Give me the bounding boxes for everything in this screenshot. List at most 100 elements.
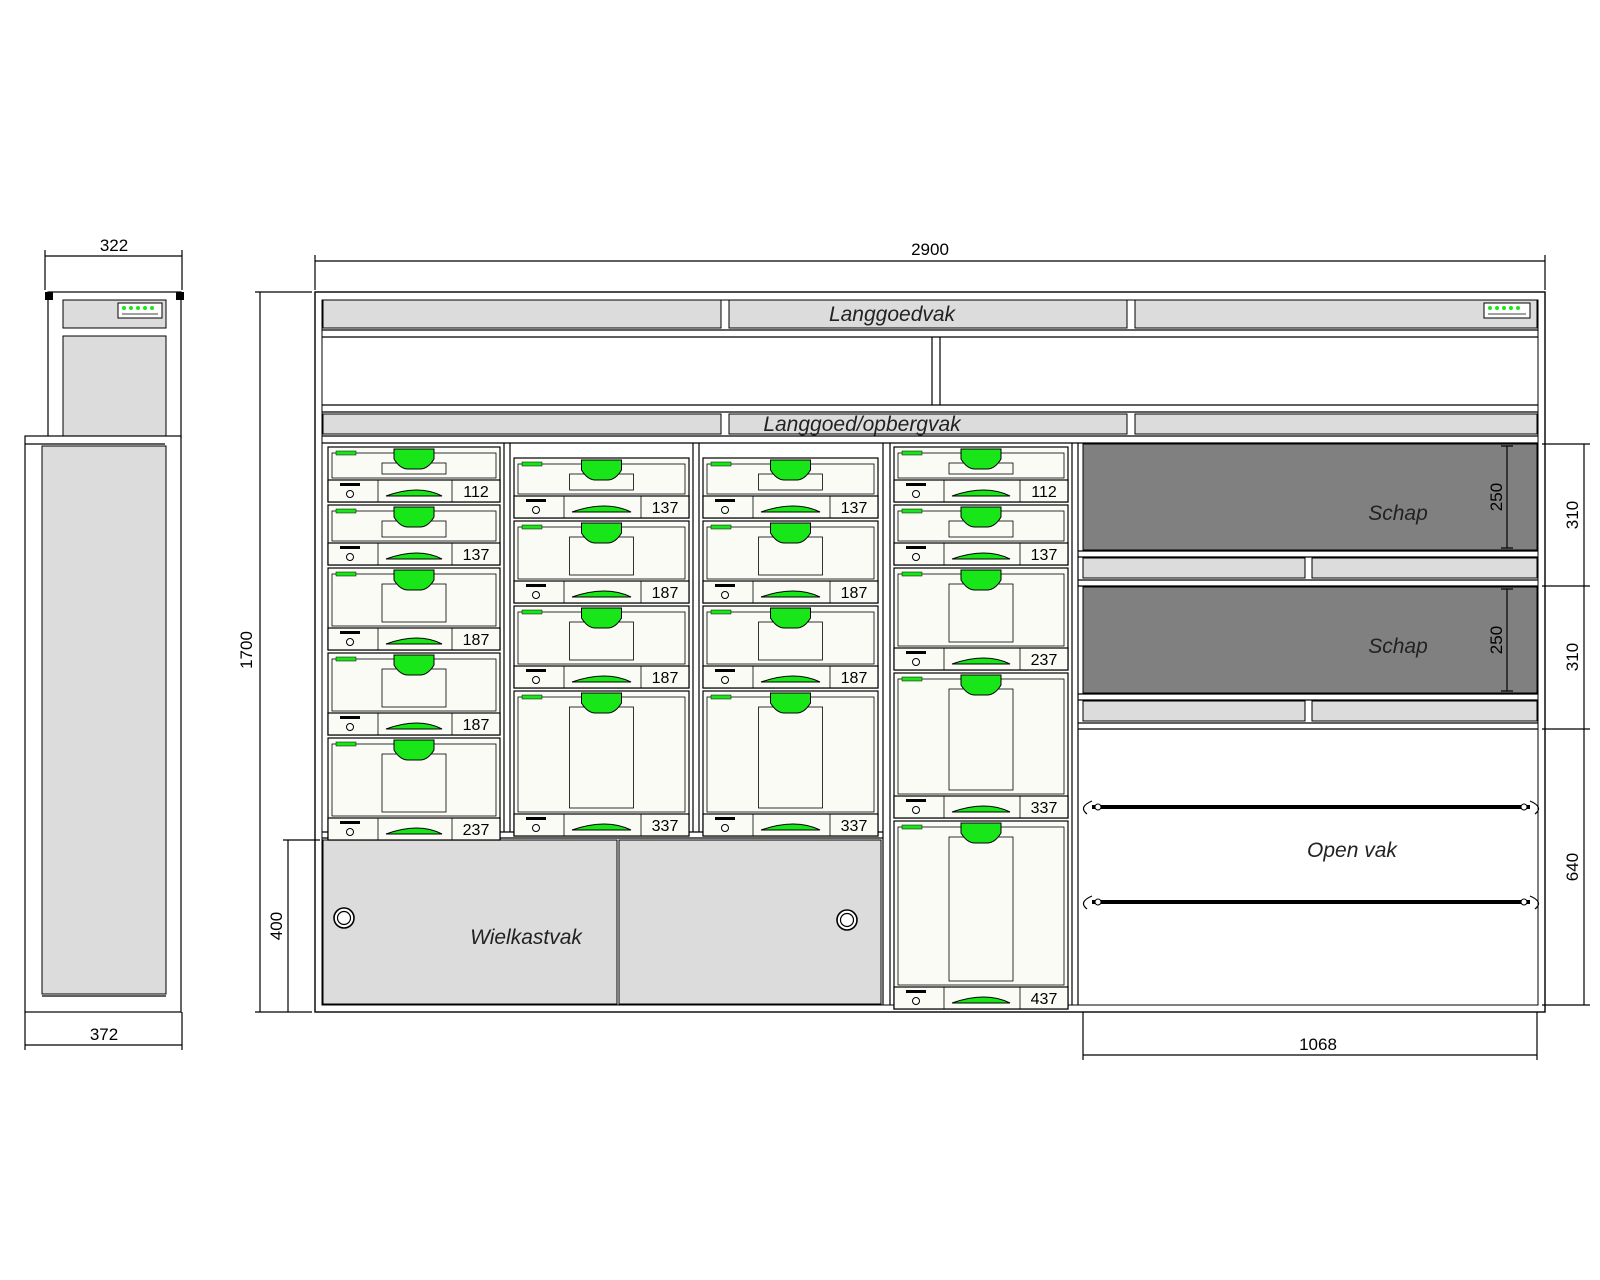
systainer-size-label: 187 xyxy=(652,585,679,602)
label-long-goods-storage: Langgoed/opbergvak xyxy=(763,413,962,436)
latch-icon xyxy=(770,692,811,714)
systainer-column-2: 137 187 187 337 xyxy=(513,457,690,837)
latch-icon xyxy=(770,459,811,481)
systainer-size-label: 337 xyxy=(652,818,679,835)
systainer: 187 xyxy=(702,520,879,604)
lock-icon xyxy=(532,676,540,684)
latch-icon xyxy=(960,448,1002,470)
wheel-icon xyxy=(836,909,858,931)
systainer-size-label: 112 xyxy=(1031,484,1057,501)
shelf-section: Schap Schap 250 250 xyxy=(1078,443,1538,730)
systainer-size-label: 187 xyxy=(463,632,490,649)
systainer-size-label: 187 xyxy=(841,670,868,687)
lock-icon xyxy=(346,490,354,498)
wheel-box-compartment: Wielkastvak xyxy=(322,839,882,1005)
lock-icon xyxy=(721,676,729,684)
latch-icon xyxy=(393,739,435,761)
systainer-size-label: 187 xyxy=(463,717,490,734)
systainer-size-label: 137 xyxy=(463,547,490,564)
systainer: 137 xyxy=(893,504,1069,566)
latch-icon xyxy=(770,522,811,544)
systainer-size-label: 187 xyxy=(841,585,868,602)
lock-icon xyxy=(912,806,920,814)
lock-icon xyxy=(532,506,540,514)
latch-icon xyxy=(581,459,622,481)
lock-icon xyxy=(912,490,920,498)
wheel-icon xyxy=(333,907,355,929)
systainer: 187 xyxy=(513,520,690,604)
cabinet-drawing: 322 372 2900 1700 Langgoedvak Langgoed/o… xyxy=(24,236,1590,1060)
latch-icon xyxy=(960,569,1002,591)
systainer-column-1: 112 137 187 187 237 xyxy=(327,446,501,841)
latch-icon xyxy=(393,448,435,470)
festool-logo-icon xyxy=(1483,302,1531,319)
systainer-size-label: 337 xyxy=(841,818,868,835)
lock-icon xyxy=(721,591,729,599)
latch-icon xyxy=(770,607,811,629)
dim-side-bottom-depth: 372 xyxy=(90,1025,118,1044)
latch-icon xyxy=(581,522,622,544)
label-shelf-2: Schap xyxy=(1368,635,1428,658)
systainer-size-label: 137 xyxy=(841,500,868,517)
latch-icon xyxy=(960,674,1002,696)
dim-shelf-height-1: 250 xyxy=(1487,483,1506,511)
systainer-column-4: 112 137 237 337 437 xyxy=(893,446,1069,1010)
systainer: 112 xyxy=(327,446,501,503)
latch-icon xyxy=(393,654,435,676)
systainer-size-label: 337 xyxy=(1031,800,1058,817)
dim-side-top-depth: 322 xyxy=(100,236,128,255)
dim-shelf-pitch-1: 310 xyxy=(1563,501,1582,529)
dim-wheel-box-height: 400 xyxy=(267,912,286,940)
systainer: 437 xyxy=(893,820,1069,1010)
systainer: 187 xyxy=(327,567,501,651)
lock-icon xyxy=(721,824,729,832)
dim-shelf-pitch-2: 310 xyxy=(1563,643,1582,671)
systainer-size-label: 237 xyxy=(463,822,490,839)
systainer: 237 xyxy=(893,567,1069,671)
latch-icon xyxy=(393,506,435,528)
label-long-goods: Langgoedvak xyxy=(829,303,957,326)
systainer: 337 xyxy=(702,690,879,837)
dim-overall-height: 1700 xyxy=(237,631,256,669)
lock-icon xyxy=(346,723,354,731)
lock-icon xyxy=(346,553,354,561)
lock-icon xyxy=(912,553,920,561)
lock-icon xyxy=(346,828,354,836)
latch-icon xyxy=(581,607,622,629)
systainer-size-label: 187 xyxy=(652,670,679,687)
label-open-compartment: Open vak xyxy=(1307,839,1398,862)
systainer: 237 xyxy=(327,737,501,841)
lock-icon xyxy=(532,824,540,832)
latch-icon xyxy=(960,822,1002,844)
lock-icon xyxy=(532,591,540,599)
dim-open-section-width: 1068 xyxy=(1299,1035,1337,1054)
latch-icon xyxy=(393,569,435,591)
systainer: 187 xyxy=(327,652,501,736)
systainer: 337 xyxy=(893,672,1069,819)
dim-overall-width: 2900 xyxy=(911,240,949,259)
lock-icon xyxy=(346,638,354,646)
label-wheel-box: Wielkastvak xyxy=(470,926,583,949)
dim-open-compartment-height: 640 xyxy=(1563,853,1582,881)
latch-icon xyxy=(960,506,1002,528)
lock-icon xyxy=(721,506,729,514)
systainer-size-label: 237 xyxy=(1031,652,1058,669)
systainer: 187 xyxy=(702,605,879,689)
front-view: 2900 1700 Langgoedvak Langgoed/opbergvak… xyxy=(237,240,1590,1060)
lock-icon xyxy=(912,997,920,1005)
systainer-size-label: 437 xyxy=(1031,991,1058,1008)
festool-logo-icon xyxy=(117,302,163,319)
systainer: 137 xyxy=(513,457,690,519)
systainer: 337 xyxy=(513,690,690,837)
lock-icon xyxy=(912,658,920,666)
systainer: 187 xyxy=(513,605,690,689)
systainer: 137 xyxy=(702,457,879,519)
side-view: 322 372 xyxy=(24,236,184,1050)
latch-icon xyxy=(581,692,622,714)
label-shelf-1: Schap xyxy=(1368,502,1428,525)
systainer: 137 xyxy=(327,504,501,566)
systainer-size-label: 137 xyxy=(652,500,679,517)
systainer-size-label: 137 xyxy=(1031,547,1058,564)
systainer-column-3: 137 187 187 337 xyxy=(702,457,879,837)
systainer: 112 xyxy=(893,446,1069,503)
